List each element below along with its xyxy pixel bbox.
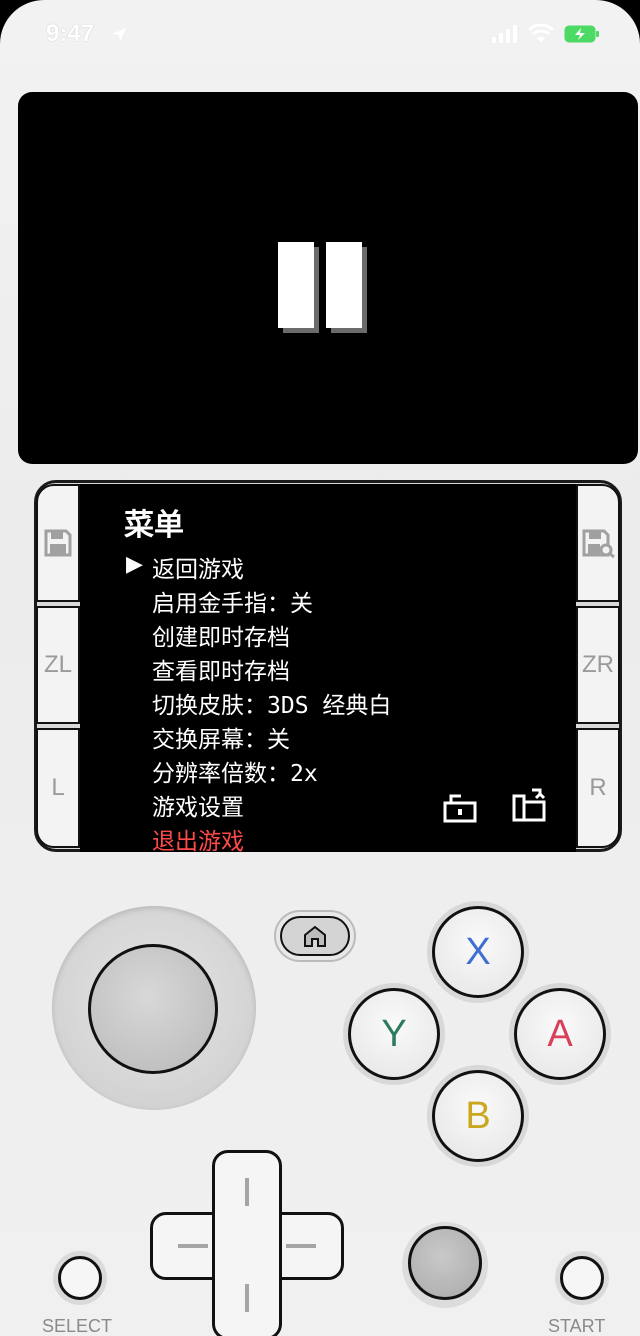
b-button-label: B <box>465 1094 491 1137</box>
circle-pad[interactable] <box>88 944 218 1074</box>
menu-title: 菜单 <box>124 508 184 543</box>
location-arrow-icon <box>112 28 126 42</box>
home-icon <box>304 925 326 947</box>
menu-item-return-game[interactable]: 返回游戏 <box>152 550 244 584</box>
menu-item-game-settings[interactable]: 游戏设置 <box>152 788 244 822</box>
r-button[interactable]: R <box>576 728 620 848</box>
dpad-right-mark <box>286 1244 316 1248</box>
dpad-up-mark <box>245 1178 249 1206</box>
zr-button[interactable]: ZR <box>576 606 620 724</box>
zl-label: ZL <box>43 651 72 678</box>
status-bar: 9:47 <box>0 0 640 72</box>
signal-icon <box>492 25 517 43</box>
y-button[interactable]: Y <box>348 988 440 1080</box>
start-button[interactable] <box>560 1256 604 1300</box>
menu-item-cheats[interactable]: 启用金手指：关 <box>152 584 313 618</box>
zr-label: ZR <box>582 651 614 678</box>
select-label: SELECT <box>42 1316 113 1336</box>
y-button-label: Y <box>381 1012 407 1055</box>
menu-item-switch-skin[interactable]: 切换皮肤：3DS 经典白 <box>152 686 391 720</box>
unlock-icon[interactable] <box>442 788 478 824</box>
l-button[interactable]: L <box>36 728 80 848</box>
menu-item-view-save-states[interactable]: 查看即时存档 <box>152 652 290 686</box>
menu-item-create-save-state[interactable]: 创建即时存档 <box>152 618 290 652</box>
a-button[interactable]: A <box>514 988 606 1080</box>
save-icon <box>44 529 72 557</box>
battery-charging-icon <box>564 25 599 43</box>
c-stick[interactable] <box>408 1226 482 1300</box>
menu-cursor-icon: ▶ <box>126 552 143 577</box>
l-label: L <box>51 774 65 801</box>
dpad-down-mark <box>245 1284 249 1312</box>
start-label: START <box>548 1316 606 1336</box>
emulator-device: 9:47 ZL L ZR R 菜单 ▶ 返回游戏 启用金手指：关 创建即时存档 … <box>0 0 640 1336</box>
home-button[interactable] <box>274 910 356 962</box>
load-save-icon <box>582 529 615 558</box>
b-button[interactable]: B <box>432 1070 524 1162</box>
save-state-button[interactable] <box>36 484 80 602</box>
menu-item-swap-screens[interactable]: 交换屏幕：关 <box>152 720 290 754</box>
dpad-left-mark <box>178 1244 208 1248</box>
wifi-icon <box>528 24 554 42</box>
load-state-button[interactable] <box>576 484 620 602</box>
zl-button[interactable]: ZL <box>36 606 80 724</box>
menu-item-exit-game[interactable]: 退出游戏 <box>152 822 244 856</box>
a-button-label: A <box>547 1012 573 1055</box>
x-button[interactable]: X <box>432 906 524 998</box>
status-icons <box>492 24 600 44</box>
menu-item-resolution-scale[interactable]: 分辨率倍数：2x <box>152 754 318 788</box>
status-time: 9:47 <box>46 20 95 47</box>
select-button[interactable] <box>58 1256 102 1300</box>
rotate-screen-icon[interactable] <box>510 786 548 824</box>
x-button-label: X <box>465 930 491 973</box>
r-label: R <box>589 774 607 801</box>
